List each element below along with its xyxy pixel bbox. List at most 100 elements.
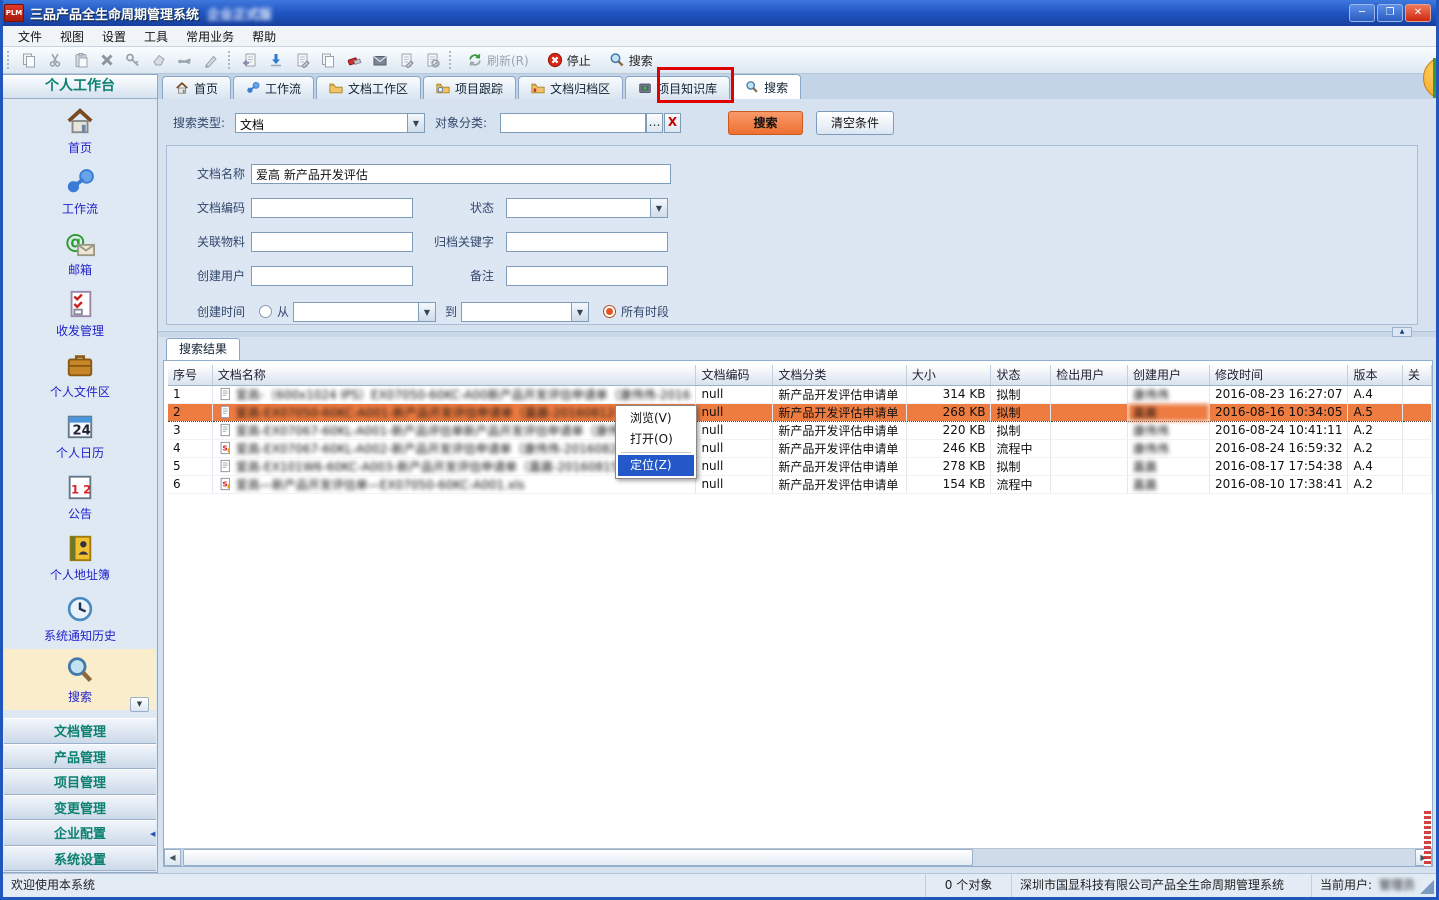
column-header-文档分类[interactable]: 文档分类	[773, 365, 907, 385]
column-header-文档名称[interactable]: 文档名称	[212, 365, 696, 385]
column-header-关[interactable]: 关	[1403, 365, 1432, 385]
checkin-button[interactable]	[237, 48, 263, 72]
table-row-1[interactable]: 1爱高-（600x1024 IPS）EX07050-60KC-A00新产品开发评…	[168, 385, 1432, 403]
menu-item-4[interactable]: 工具	[135, 26, 177, 47]
material-input[interactable]	[251, 232, 413, 252]
sidebar-item-系统通知历史[interactable]: 系统通知历史	[4, 588, 156, 649]
sidebar-collapse-arrow[interactable]: ◀	[150, 826, 158, 842]
stop-button[interactable]: 停止	[538, 48, 600, 72]
horizontal-scrollbar[interactable]: ◀ ▶	[164, 848, 1432, 866]
sidebar-item-收发管理[interactable]: 收发管理	[4, 283, 156, 344]
copy-button[interactable]	[16, 48, 42, 72]
category-browse-button[interactable]: …	[646, 113, 663, 133]
tab-文档工作区[interactable]: 文档工作区	[316, 76, 421, 99]
chevron-down-icon[interactable]: ▼	[571, 303, 588, 321]
table-row-5[interactable]: 5爱高-EX101W6-60KC-A003-新产品开发评估申请单（嘉晨-2016…	[168, 457, 1432, 475]
column-header-大小[interactable]: 大小	[906, 365, 991, 385]
creator-input[interactable]	[251, 266, 413, 286]
toolbar-grip[interactable]	[449, 51, 454, 69]
tab-搜索[interactable]: 搜索	[732, 74, 801, 99]
close-button[interactable]: ✕	[1405, 4, 1431, 22]
chevron-down-icon[interactable]: ▼	[407, 114, 424, 132]
doc-revise-button[interactable]	[393, 48, 419, 72]
search-type-select[interactable]: 文档 ▼	[235, 113, 425, 133]
column-header-序号[interactable]: 序号	[168, 365, 212, 385]
context-menu-item-定位(Z)[interactable]: 定位(Z)	[618, 455, 694, 476]
collapse-search-panel-button[interactable]: ▲	[1392, 327, 1412, 337]
resize-grip[interactable]	[1420, 880, 1434, 894]
signature-pen-button[interactable]	[198, 48, 224, 72]
column-header-检出用户[interactable]: 检出用户	[1051, 365, 1128, 385]
eraser-button[interactable]	[341, 48, 367, 72]
sidebar-group-产品管理[interactable]: 产品管理	[4, 744, 156, 770]
remark-input[interactable]	[506, 266, 668, 286]
menu-item-3[interactable]: 设置	[93, 26, 135, 47]
paste-button[interactable]	[68, 48, 94, 72]
doc-block-button[interactable]	[419, 48, 445, 72]
sidebar-group-系统设置[interactable]: 系统设置	[4, 846, 156, 872]
send-mail-button[interactable]	[367, 48, 393, 72]
status-select[interactable]: ▼	[506, 198, 668, 218]
search-button[interactable]: 搜索	[600, 48, 662, 72]
scrollbar-thumb[interactable]	[183, 849, 973, 866]
scroll-left-arrow[interactable]: ◀	[164, 849, 181, 866]
sidebar-scroll-down-button[interactable]: ▼	[130, 697, 149, 712]
clipped-orange-ball-icon[interactable]	[1423, 56, 1436, 101]
delete-button[interactable]	[94, 48, 120, 72]
download-button[interactable]	[263, 48, 289, 72]
pointer-button[interactable]	[172, 48, 198, 72]
tab-工作流[interactable]: 工作流	[233, 76, 314, 99]
find-key-button[interactable]	[120, 48, 146, 72]
sidebar-item-邮箱[interactable]: @邮箱	[4, 222, 156, 283]
column-header-版本[interactable]: 版本	[1348, 365, 1403, 385]
date-from-select[interactable]: ▼	[293, 302, 436, 322]
tab-文档归档区[interactable]: 文档归档区	[518, 76, 623, 99]
maximize-button[interactable]: ❐	[1377, 4, 1403, 22]
context-menu-item-浏览(V)[interactable]: 浏览(V)	[618, 408, 694, 429]
toolbar-grip[interactable]	[7, 51, 12, 69]
column-header-创建用户[interactable]: 创建用户	[1128, 365, 1210, 385]
sidebar-item-工作流[interactable]: 工作流	[4, 161, 156, 222]
edit-doc-button[interactable]	[289, 48, 315, 72]
column-header-状态[interactable]: 状态	[991, 365, 1051, 385]
toolbar-grip[interactable]	[228, 51, 233, 69]
tab-首页[interactable]: 首页	[162, 76, 231, 99]
menu-item-2[interactable]: 视图	[51, 26, 93, 47]
sidebar-group-变更管理[interactable]: 变更管理	[4, 795, 156, 821]
sidebar-item-个人文件区[interactable]: 个人文件区	[4, 344, 156, 405]
table-row-4[interactable]: 4S爱高-EX07067-60KL-A002-新产品开发评估申请单（康伟伟-20…	[168, 439, 1432, 457]
chevron-down-icon[interactable]: ▼	[650, 199, 667, 217]
tab-项目跟踪[interactable]: 项目跟踪	[423, 76, 516, 99]
sidebar-group-文档管理[interactable]: 文档管理	[4, 718, 156, 744]
table-row-6[interactable]: 6S爱高—新产品开发评估单—EX07050-60KC-A001.xlsnull新…	[168, 475, 1432, 493]
sidebar-item-公告[interactable]: 1 2 3公告	[4, 466, 156, 527]
menu-item-1[interactable]: 文件	[9, 26, 51, 47]
chevron-down-icon[interactable]: ▼	[418, 303, 435, 321]
checkout-hand-button[interactable]	[146, 48, 172, 72]
category-clear-button[interactable]: X	[664, 113, 681, 133]
doc-name-input[interactable]	[251, 164, 671, 184]
sidebar-group-项目管理[interactable]: 项目管理	[4, 769, 156, 795]
results-tab[interactable]: 搜索结果	[166, 338, 240, 360]
object-category-input[interactable]	[500, 113, 646, 133]
cut-button[interactable]	[42, 48, 68, 72]
column-header-修改时间[interactable]: 修改时间	[1210, 365, 1348, 385]
sidebar-item-首页[interactable]: 首页	[4, 100, 156, 161]
table-row-3[interactable]: 3爱高-EX07067-60KL-A001-新产品评估单新产品开发评估申请单（康…	[168, 421, 1432, 439]
sidebar-item-个人地址簿[interactable]: 个人地址簿	[4, 527, 156, 588]
minimize-button[interactable]: ─	[1349, 4, 1375, 22]
table-row-2[interactable]: 2爱高-EX07050-60KC-A001-新产品开发评估申请单（嘉晨-2016…	[168, 403, 1432, 421]
time-range-radio[interactable]	[259, 305, 272, 318]
sidebar-group-企业配置[interactable]: 企业配置	[4, 820, 156, 846]
refresh-button[interactable]: 刷新(R)	[458, 48, 538, 72]
duplicate-doc-button[interactable]	[315, 48, 341, 72]
doc-code-input[interactable]	[251, 198, 413, 218]
context-menu-item-打开(O)[interactable]: 打开(O)	[618, 429, 694, 450]
clear-conditions-button[interactable]: 清空条件	[816, 111, 894, 135]
menu-item-5[interactable]: 常用业务	[177, 26, 243, 47]
date-to-select[interactable]: ▼	[461, 302, 589, 322]
search-submit-button[interactable]: 搜索	[728, 111, 803, 135]
all-time-radio[interactable]	[603, 305, 616, 318]
menu-item-6[interactable]: 帮助	[243, 26, 285, 47]
sidebar-item-个人日历[interactable]: 24个人日历	[4, 405, 156, 466]
